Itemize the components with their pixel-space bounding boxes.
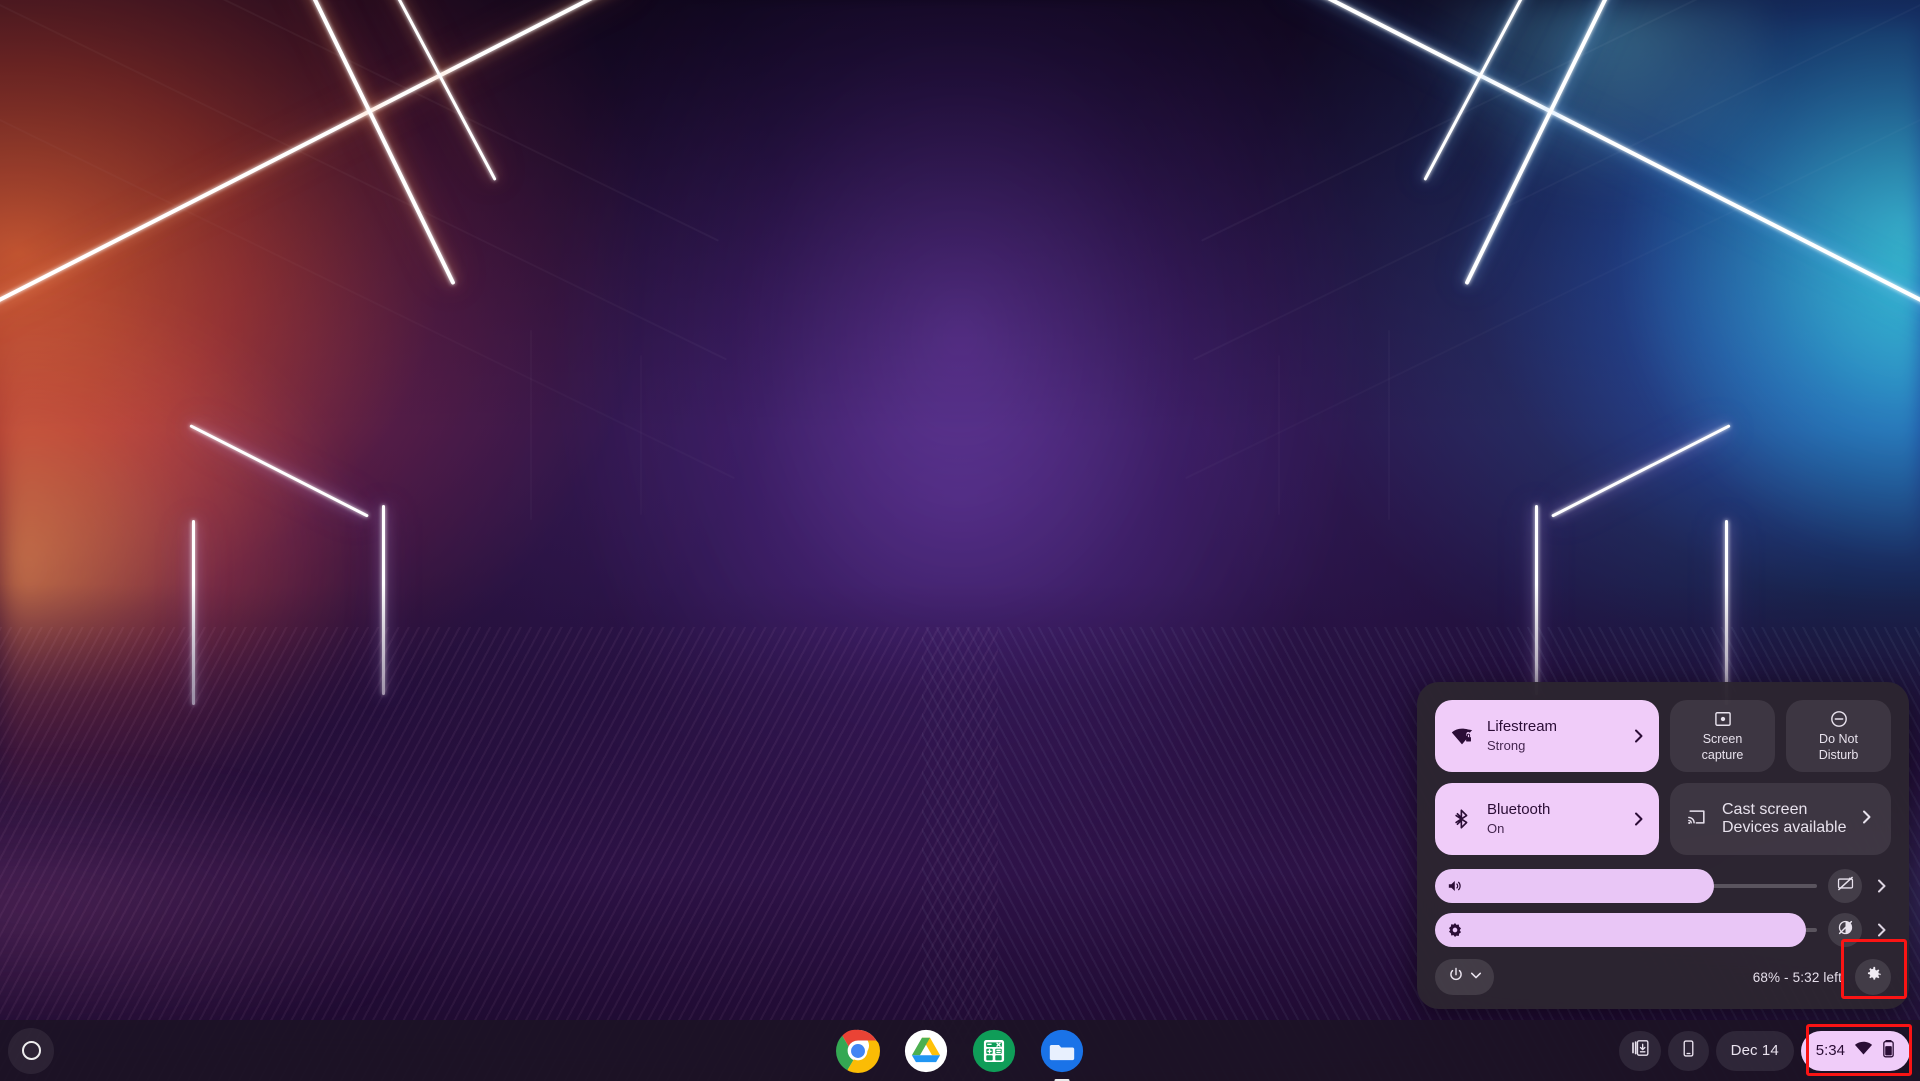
do-not-disturb-label: Do Not Disturb (1819, 732, 1859, 763)
phone-icon (1679, 1039, 1698, 1063)
shelf-app-list (836, 1029, 1084, 1081)
quick-settings-panel: Lifestream Strong Screen capture Do Not … (1417, 682, 1909, 1009)
bluetooth-icon (1451, 808, 1473, 830)
screen-capture-label-line1: Screen (1702, 732, 1743, 747)
shelf: Dec 14 5:34 (0, 1020, 1920, 1081)
pillar-rib (530, 330, 532, 520)
volume-settings-chevron[interactable] (1873, 879, 1891, 893)
chevron-down-icon (1470, 968, 1482, 986)
shelf-app-drive[interactable] (904, 1029, 948, 1073)
quick-settings-row-1: Lifestream Strong Screen capture Do Not … (1435, 700, 1891, 772)
screen-capture-icon (1713, 709, 1733, 729)
cast-tile-subtitle: Devices available (1722, 819, 1847, 836)
google-drive-icon (904, 1029, 948, 1072)
brightness-icon (1446, 921, 1464, 939)
volume-slider-row (1435, 869, 1891, 903)
shelf-app-chrome[interactable] (836, 1029, 880, 1073)
bluetooth-tile-text: Bluetooth On (1487, 801, 1619, 837)
network-tile-title: Lifestream (1487, 718, 1558, 736)
date-tray-button[interactable]: Dec 14 (1715, 1030, 1794, 1071)
settings-button[interactable] (1855, 959, 1891, 995)
tray-time: 5:34 (1815, 1042, 1845, 1059)
phone-hub-button[interactable] (1667, 1030, 1709, 1071)
shelf-app-files[interactable] (1040, 1029, 1084, 1081)
gear-icon (1864, 965, 1883, 989)
chevron-right-icon[interactable] (1633, 729, 1645, 743)
tote-button[interactable] (1618, 1030, 1661, 1071)
network-tile[interactable]: Lifestream Strong (1435, 700, 1659, 772)
network-tile-text: Lifestream Strong (1487, 718, 1619, 754)
brightness-slider-fill (1435, 913, 1806, 947)
night-light-off-icon (1836, 918, 1855, 942)
volume-up-icon (1446, 878, 1463, 895)
power-icon (1447, 966, 1465, 989)
volume-slider[interactable] (1435, 869, 1817, 903)
system-tray: Dec 14 5:34 (1618, 1030, 1910, 1071)
chrome-icon (836, 1029, 880, 1073)
do-not-disturb-icon (1829, 709, 1849, 729)
cast-screen-tile[interactable]: Cast screen Devices available (1670, 783, 1891, 855)
screen-capture-label: Screen capture (1702, 732, 1744, 763)
battery-status-text: 68% - 5:32 left (1752, 969, 1842, 985)
tote-icon (1630, 1038, 1650, 1063)
status-area-button[interactable]: 5:34 (1800, 1030, 1910, 1071)
do-not-disturb-tile[interactable]: Do Not Disturb (1786, 700, 1891, 772)
pillar-rib (1388, 330, 1390, 520)
volume-slider-fill (1435, 869, 1714, 903)
quick-settings-row-2: Bluetooth On Cast screen Devices availab… (1435, 783, 1891, 855)
pillar-rib (1278, 355, 1280, 515)
launcher-button[interactable] (8, 1027, 54, 1074)
cast-icon (1686, 807, 1708, 832)
wifi-icon (1854, 1039, 1873, 1063)
mic-off-icon (1836, 874, 1855, 898)
battery-icon (1882, 1039, 1895, 1063)
brightness-slider[interactable] (1435, 913, 1817, 947)
bluetooth-tile-subtitle: On (1487, 820, 1505, 836)
screen-capture-label-line2: capture (1701, 747, 1744, 762)
dnd-label-line1: Do Not (1819, 732, 1858, 747)
calculator-icon (972, 1029, 1016, 1072)
chevron-right-icon[interactable] (1861, 810, 1873, 829)
quick-settings-footer: 68% - 5:32 left (1435, 957, 1891, 995)
cast-tile-title: Cast screen (1722, 801, 1808, 818)
wifi-lock-icon (1451, 725, 1473, 747)
night-light-button[interactable] (1828, 913, 1862, 947)
brightness-slider-row (1435, 913, 1891, 947)
mic-off-button[interactable] (1828, 869, 1862, 903)
cast-tile-text: Cast screen Devices available (1722, 801, 1847, 837)
wallpaper-ceiling (0, 0, 1920, 433)
pillar-rib (640, 355, 642, 515)
floor-reflection-left (0, 713, 768, 1038)
brightness-settings-chevron[interactable] (1873, 923, 1891, 937)
desktop: Lifestream Strong Screen capture Do Not … (0, 0, 1920, 1081)
screen-capture-tile[interactable]: Screen capture (1670, 700, 1775, 772)
launcher-circle-icon (21, 1041, 41, 1060)
power-button[interactable] (1435, 959, 1494, 995)
shelf-app-calculator[interactable] (972, 1029, 1016, 1073)
network-tile-subtitle: Strong (1487, 737, 1526, 753)
bluetooth-tile-title: Bluetooth (1487, 801, 1551, 819)
files-icon (1040, 1029, 1084, 1072)
dnd-label-line2: Disturb (1818, 747, 1859, 762)
chevron-right-icon[interactable] (1633, 812, 1645, 826)
bluetooth-tile[interactable]: Bluetooth On (1435, 783, 1659, 855)
